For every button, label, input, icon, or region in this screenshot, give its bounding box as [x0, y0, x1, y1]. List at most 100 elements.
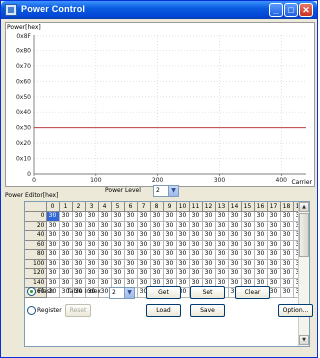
table-cell[interactable]: 30 [215, 249, 229, 260]
table-cell[interactable]: 30 [280, 221, 294, 231]
table-cell[interactable]: 30 [111, 268, 125, 279]
table-cell[interactable]: 30 [137, 230, 151, 241]
table-cell[interactable]: 30 [85, 278, 99, 288]
table-cell[interactable]: 30 [280, 240, 294, 250]
table-cell[interactable]: 30 [202, 221, 216, 231]
table-cell[interactable]: 30 [241, 221, 255, 231]
table-cell[interactable]: 30 [176, 259, 190, 269]
table-cell[interactable]: 30 [241, 230, 255, 241]
table-cell[interactable]: 30 [163, 221, 177, 231]
table-cell[interactable]: 30 [98, 230, 112, 241]
table-cell[interactable]: 30 [111, 211, 125, 222]
table-cell[interactable]: 30 [59, 221, 73, 231]
table-cell[interactable]: 30 [98, 259, 112, 269]
table-cell[interactable]: 30 [137, 268, 151, 279]
table-cell[interactable]: 30 [85, 230, 99, 241]
get-button[interactable]: Get [146, 286, 181, 299]
table-cell[interactable]: 30 [267, 268, 281, 279]
table-cell[interactable]: 30 [241, 268, 255, 279]
save-button[interactable]: Save [190, 304, 225, 317]
table-index-select[interactable]: 2 ▼ [109, 287, 135, 299]
table-cell[interactable]: 30 [59, 211, 73, 222]
table-cell[interactable]: 30 [267, 211, 281, 222]
table-cell[interactable]: 30 [176, 268, 190, 279]
table-cell[interactable]: 30 [137, 249, 151, 260]
table-cell[interactable]: 30 [202, 230, 216, 241]
table-cell[interactable]: 30 [137, 211, 151, 222]
table-cell[interactable]: 30 [280, 259, 294, 269]
table-cell[interactable]: 30 [241, 249, 255, 260]
table-cell[interactable]: 30 [59, 259, 73, 269]
table-cell[interactable]: 30 [202, 268, 216, 279]
table-cell[interactable]: 30 [59, 240, 73, 250]
close-button[interactable]: ✕ [299, 3, 313, 17]
table-cell[interactable]: 30 [111, 221, 125, 231]
table-cell[interactable]: 30 [72, 249, 86, 260]
table-cell[interactable]: 30 [137, 259, 151, 269]
option-button[interactable]: Option... [278, 304, 313, 317]
table-cell[interactable]: 30 [85, 240, 99, 250]
flash-radio[interactable] [27, 287, 36, 296]
table-cell[interactable]: 30 [85, 221, 99, 231]
table-cell[interactable]: 30 [228, 259, 242, 269]
table-cell[interactable]: 30 [111, 259, 125, 269]
table-cell[interactable]: 30 [280, 249, 294, 260]
table-cell[interactable]: 30 [280, 268, 294, 279]
table-cell[interactable]: 30 [72, 259, 86, 269]
chevron-down-icon[interactable]: ▼ [168, 186, 178, 196]
table-cell[interactable]: 30 [72, 278, 86, 288]
table-cell[interactable]: 30 [72, 211, 86, 222]
table-cell[interactable]: 30 [98, 211, 112, 222]
table-cell[interactable]: 30 [111, 240, 125, 250]
table-cell[interactable]: 30 [267, 230, 281, 241]
table-cell[interactable]: 30 [202, 249, 216, 260]
table-cell[interactable]: 30 [124, 240, 138, 250]
table-cell[interactable]: 30 [150, 221, 164, 231]
table-cell[interactable]: 30 [85, 268, 99, 279]
table-cell[interactable]: 30 [72, 240, 86, 250]
table-cell[interactable]: 30 [228, 268, 242, 279]
table-cell[interactable]: 30 [241, 240, 255, 250]
table-cell[interactable]: 30 [176, 230, 190, 241]
table-cell[interactable]: 30 [254, 268, 268, 279]
table-cell[interactable]: 30 [72, 230, 86, 241]
table-cell[interactable]: 30 [46, 211, 60, 222]
table-cell[interactable]: 30 [85, 249, 99, 260]
table-cell[interactable]: 30 [176, 249, 190, 260]
scroll-up-icon[interactable]: ▲ [299, 202, 309, 212]
table-cell[interactable]: 30 [150, 259, 164, 269]
table-cell[interactable]: 30 [215, 259, 229, 269]
table-cell[interactable]: 30 [228, 230, 242, 241]
table-cell[interactable]: 30 [215, 211, 229, 222]
table-cell[interactable]: 30 [124, 249, 138, 260]
table-cell[interactable]: 30 [59, 230, 73, 241]
table-cell[interactable]: 30 [98, 268, 112, 279]
table-cell[interactable]: 30 [228, 249, 242, 260]
table-cell[interactable]: 30 [215, 240, 229, 250]
minimize-button[interactable]: _ [269, 3, 283, 17]
reset-button[interactable]: Reset [65, 304, 91, 317]
table-cell[interactable]: 30 [215, 268, 229, 279]
table-cell[interactable]: 30 [46, 259, 60, 269]
table-cell[interactable]: 30 [280, 278, 294, 288]
title-bar[interactable]: Power Control _ □ ✕ [1, 1, 317, 19]
table-cell[interactable]: 30 [202, 259, 216, 269]
table-cell[interactable]: 30 [228, 221, 242, 231]
table-cell[interactable]: 30 [137, 221, 151, 231]
power-editor-grid[interactable]: 0123456789101112131415161718190303030303… [24, 201, 310, 347]
table-cell[interactable]: 30 [111, 249, 125, 260]
table-cell[interactable]: 30 [59, 249, 73, 260]
table-cell[interactable]: 30 [280, 287, 294, 298]
grid-vertical-scrollbar[interactable]: ▲ ▼ [298, 202, 309, 346]
load-button[interactable]: Load [146, 304, 181, 317]
table-cell[interactable]: 30 [163, 240, 177, 250]
table-cell[interactable]: 30 [215, 221, 229, 231]
scroll-down-icon[interactable]: ▼ [299, 335, 309, 345]
table-cell[interactable]: 30 [98, 240, 112, 250]
table-cell[interactable]: 30 [254, 230, 268, 241]
table-cell[interactable]: 30 [124, 268, 138, 279]
set-button[interactable]: Set [190, 286, 225, 299]
table-cell[interactable]: 30 [46, 278, 60, 288]
table-cell[interactable]: 30 [202, 240, 216, 250]
table-cell[interactable]: 30 [163, 211, 177, 222]
